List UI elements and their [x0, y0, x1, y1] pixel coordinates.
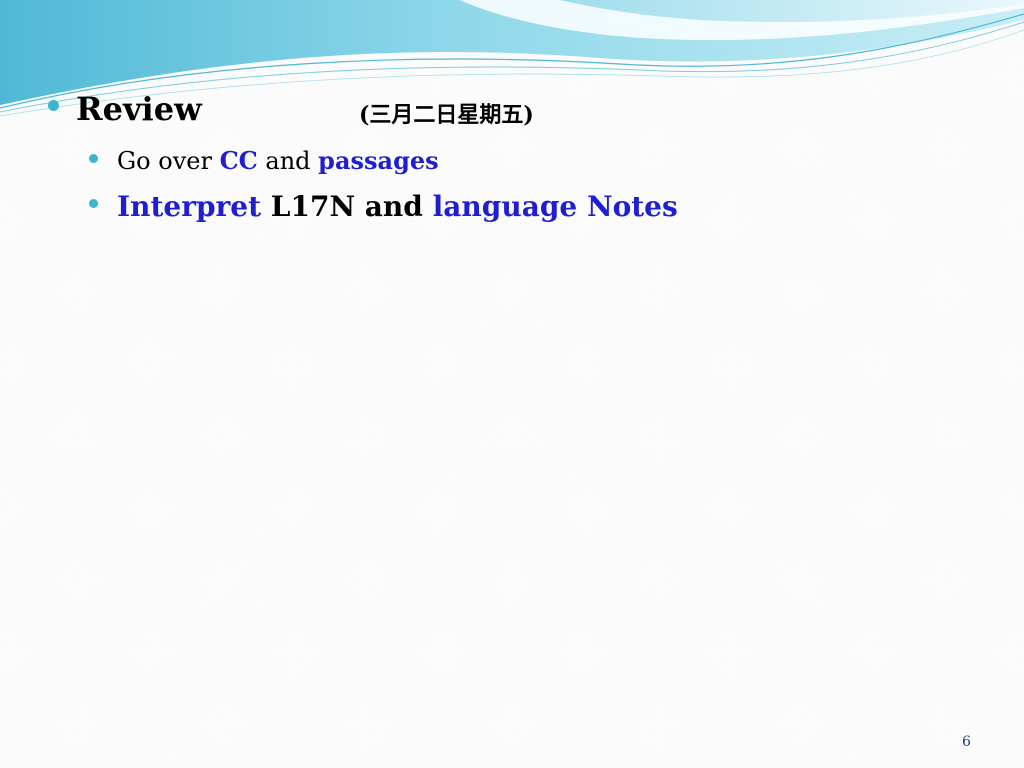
bullet-go-over: Go over CC and passages: [89, 146, 439, 175]
bullet-highlight-language-notes: language Notes: [432, 190, 678, 223]
bullet-highlight-interpret: Interpret: [117, 190, 262, 223]
slide: Review (三月二日星期五) Go over CC and passages…: [0, 0, 1024, 768]
page-number: 6: [962, 734, 971, 750]
bullet-text-part: L17N and: [261, 190, 433, 223]
bullet-text-part: and: [257, 147, 319, 175]
bullet-text: Go over CC and passages: [117, 146, 439, 175]
bullet-interpret: Interpret L17N and language Notes: [89, 190, 678, 223]
bullet-highlight-cc: CC: [219, 146, 258, 175]
slide-date: (三月二日星期五): [359, 102, 534, 128]
bullet-text-part: Go over: [117, 147, 220, 175]
slide-title: Review: [76, 90, 202, 128]
bullet-text: Interpret L17N and language Notes: [117, 190, 678, 223]
bullet-dot-icon: [48, 100, 59, 111]
bullet-dot-icon: [89, 154, 98, 163]
bullet-highlight-passages: passages: [318, 146, 439, 175]
bullet-dot-icon: [89, 199, 98, 208]
title-bullet: Review: [48, 90, 202, 128]
